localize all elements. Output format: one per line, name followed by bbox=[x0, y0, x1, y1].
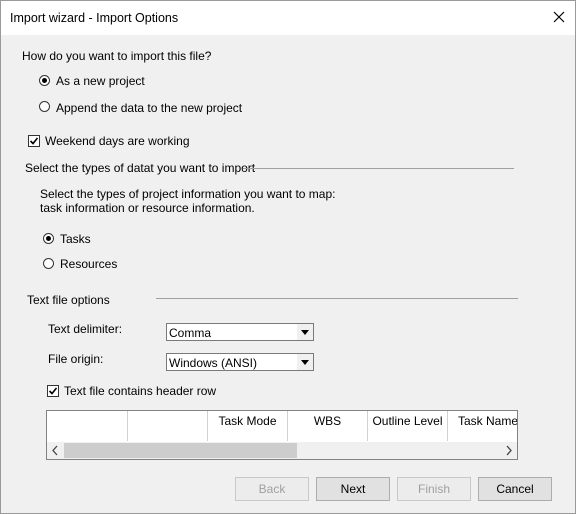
grid-header-cell bbox=[47, 411, 128, 441]
checkmark-icon bbox=[29, 137, 39, 145]
grid-header-wbs: WBS bbox=[288, 411, 368, 441]
weekend-working-checkbox[interactable] bbox=[28, 135, 40, 147]
origin-label: File origin: bbox=[48, 352, 104, 366]
types-section-divider bbox=[243, 168, 514, 169]
origin-value: Windows (ANSI) bbox=[169, 356, 258, 370]
import-question: How do you want to import this file? bbox=[22, 49, 212, 63]
delimiter-label: Text delimiter: bbox=[48, 322, 123, 336]
radio-append-data[interactable] bbox=[39, 101, 50, 112]
radio-tasks[interactable] bbox=[43, 233, 54, 244]
radio-new-project-label: As a new project bbox=[56, 74, 145, 88]
back-button[interactable]: Back bbox=[235, 477, 309, 501]
types-section-title: Select the types of datat you want to im… bbox=[25, 161, 256, 175]
radio-resources-label: Resources bbox=[60, 257, 118, 271]
radio-append-data-label: Append the data to the new project bbox=[56, 101, 243, 115]
chevron-down-icon[interactable] bbox=[297, 324, 313, 340]
grid-header-task-name: Task Name bbox=[457, 414, 518, 428]
radio-new-project[interactable] bbox=[39, 75, 50, 86]
scrollbar-thumb[interactable] bbox=[64, 443, 297, 458]
radio-tasks-label: Tasks bbox=[60, 232, 91, 246]
header-row-checkbox[interactable] bbox=[47, 385, 59, 397]
import-wizard-dialog: Import wizard - Import Options How do yo… bbox=[0, 0, 576, 514]
scroll-right-arrow-icon[interactable] bbox=[504, 445, 514, 459]
weekend-working-label: Weekend days are working bbox=[45, 134, 190, 148]
origin-select[interactable]: Windows (ANSI) bbox=[166, 353, 314, 371]
text-file-section-divider bbox=[156, 298, 518, 299]
grid-header-outline-level: Outline Level bbox=[368, 411, 448, 441]
next-button[interactable]: Next bbox=[316, 477, 390, 501]
horizontal-scrollbar[interactable] bbox=[47, 442, 517, 459]
delimiter-value: Comma bbox=[169, 326, 212, 340]
scroll-left-arrow-icon[interactable] bbox=[50, 445, 60, 459]
delimiter-select[interactable]: Comma bbox=[166, 323, 314, 341]
preview-grid[interactable]: Task Mode WBS Outline Level Task Name bbox=[46, 410, 518, 460]
types-description-line1: Select the types of project information … bbox=[40, 187, 336, 201]
grid-header-cell bbox=[128, 411, 208, 441]
text-file-section-title: Text file options bbox=[27, 293, 110, 307]
title-bar: Import wizard - Import Options bbox=[1, 1, 575, 35]
radio-resources[interactable] bbox=[43, 258, 54, 269]
close-icon[interactable] bbox=[549, 7, 569, 27]
types-description-line2: task information or resource information… bbox=[40, 201, 255, 215]
finish-button[interactable]: Finish bbox=[397, 477, 471, 501]
cancel-button[interactable]: Cancel bbox=[478, 477, 552, 501]
window-title: Import wizard - Import Options bbox=[10, 11, 179, 25]
chevron-down-icon[interactable] bbox=[297, 354, 313, 370]
grid-header-task-mode: Task Mode bbox=[208, 411, 288, 441]
header-row-label: Text file contains header row bbox=[64, 384, 217, 398]
checkmark-icon bbox=[48, 387, 58, 395]
